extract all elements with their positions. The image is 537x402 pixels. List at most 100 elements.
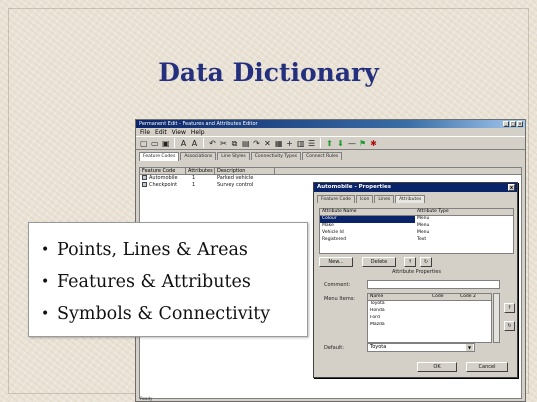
menu-file[interactable]: File [140, 129, 150, 136]
attribute-name: Vehicle Id [322, 230, 344, 235]
save-icon[interactable]: ▣ [161, 139, 170, 148]
app-titlebar: Permanent Edit - Features and Attributes… [136, 120, 525, 128]
new-attribute-button[interactable]: New... [319, 257, 353, 267]
move-up-button[interactable]: ↑ [504, 303, 515, 313]
refresh-button[interactable]: ↻ [420, 257, 432, 267]
menu-help[interactable]: Help [191, 129, 205, 136]
attributes-cell: 1 [192, 175, 196, 181]
menu-item-name: Ford [370, 315, 380, 320]
list-item[interactable]: Make Menu [320, 223, 513, 230]
add-icon[interactable]: + [285, 139, 294, 148]
close-icon[interactable]: × [517, 121, 523, 127]
menu-items-label: Menu Items: [324, 296, 355, 302]
column-header-feature-code[interactable]: Feature Code [140, 168, 186, 174]
redo-icon[interactable]: ↷ [252, 139, 261, 148]
cancel-button[interactable]: Cancel [466, 362, 508, 372]
link-icon[interactable]: ✱ [369, 139, 378, 148]
column-header-attribute-type[interactable]: Attribute Type [415, 209, 495, 215]
list-item[interactable]: Colour Menu [320, 216, 513, 223]
cut-icon[interactable]: ✂ [219, 139, 228, 148]
attribute-type: Menu [417, 223, 430, 228]
table-row[interactable]: Ford [368, 315, 491, 322]
status-bar: Ready [140, 396, 153, 401]
menu-item-name: Toyota [370, 301, 385, 306]
attribute-name: Colour [320, 216, 415, 223]
maximize-icon[interactable]: □ [510, 121, 516, 127]
window-controls: _ □ × [503, 121, 523, 127]
new-icon[interactable]: ▢ [139, 139, 148, 148]
column-header-code-2[interactable]: Code 2 [458, 294, 488, 300]
attribute-type: Menu [417, 230, 430, 235]
green-arrow-down-icon[interactable]: ⬇ [336, 139, 345, 148]
tab-connectivity-types[interactable]: Connectivity Types [250, 152, 302, 160]
attribute-list-header: Attribute Name Attribute Type [320, 209, 513, 216]
tab-connect-rules[interactable]: Connect Rules [302, 152, 343, 160]
tab-icon[interactable]: Icon [355, 195, 374, 203]
bullet-item: • Features & Attributes [41, 266, 307, 298]
column-header-code[interactable]: Code [430, 294, 458, 300]
tab-line-styles[interactable]: Line Styles [217, 152, 250, 160]
refresh-icon: ↻ [423, 259, 429, 265]
move-up-button[interactable]: ↑ [404, 257, 416, 267]
toolbar-separator [174, 138, 175, 148]
text-icon[interactable]: A [179, 139, 188, 148]
grid-icon[interactable]: ▥ [296, 139, 305, 148]
flag-icon[interactable]: ⚑ [358, 139, 367, 148]
tab-attributes[interactable]: Attributes [395, 195, 426, 203]
list-icon[interactable]: ☰ [307, 139, 316, 148]
table-row[interactable]: Toyota [368, 301, 491, 308]
properties-icon[interactable]: ▦ [274, 139, 283, 148]
tab-feature-code[interactable]: Feature Code [317, 195, 355, 203]
tab-feature-codes[interactable]: Feature Codes [139, 152, 180, 161]
feature-code-cell: Automobile [140, 175, 186, 182]
toolbar: ▢ ▭ ▣ A A ↶ ✂ ⧉ ▤ ↷ ✕ ▦ + ▥ ☰ ⬆ ⬇ — ⚑ ✱ [136, 136, 525, 150]
tab-lines[interactable]: Lines [374, 195, 395, 203]
refresh-button[interactable]: ↻ [504, 321, 515, 331]
attributes-cell: 1 [192, 182, 196, 188]
open-icon[interactable]: ▭ [150, 139, 159, 148]
chevron-down-icon: ▼ [466, 344, 473, 351]
delete-icon[interactable]: ✕ [263, 139, 272, 148]
slide-title: Data Dictionary [158, 58, 379, 87]
menu-items-scrollbar[interactable] [493, 293, 500, 343]
toolbar-separator [203, 138, 204, 148]
column-header-name[interactable]: Name [368, 294, 430, 300]
menu-item-name: Honda [370, 308, 385, 313]
arrow-up-icon: ↑ [507, 305, 512, 311]
menu-items-table: Name Code Code 2 Toyota Honda Ford Mazda [367, 293, 492, 343]
copy-icon[interactable]: ⧉ [230, 139, 239, 148]
minimize-icon[interactable]: _ [503, 121, 509, 127]
table-row[interactable]: Mazda [368, 322, 491, 329]
ok-button[interactable]: OK [417, 362, 457, 372]
menu-view[interactable]: View [172, 129, 186, 136]
arrow-up-icon: ↑ [407, 259, 413, 265]
refresh-icon: ↻ [507, 323, 512, 329]
text-alt-icon[interactable]: A [190, 139, 199, 148]
close-icon[interactable]: x [508, 184, 515, 191]
list-item[interactable]: Registered Text [320, 237, 513, 244]
green-arrow-up-icon[interactable]: ⬆ [325, 139, 334, 148]
comment-field[interactable] [367, 280, 500, 289]
paste-icon[interactable]: ▤ [241, 139, 250, 148]
attribute-list: Attribute Name Attribute Type Colour Men… [319, 208, 514, 254]
feature-icon [142, 182, 147, 187]
feature-code-cell: Checkpoint [140, 182, 186, 189]
attribute-name: Make [322, 223, 334, 228]
delete-attribute-button[interactable]: Delete [362, 257, 396, 267]
column-header-description[interactable]: Description [215, 168, 275, 174]
menu-edit[interactable]: Edit [155, 129, 167, 136]
column-header-attribute-name[interactable]: Attribute Name [320, 209, 415, 215]
default-select[interactable]: Toyota ▼ [367, 343, 475, 352]
tab-associations[interactable]: Associations [180, 152, 217, 160]
list-item[interactable]: Vehicle Id Menu [320, 230, 513, 237]
column-header-attributes[interactable]: Attributes [186, 168, 215, 174]
table-row[interactable]: Automobile 1 Parked vehicle [140, 175, 521, 182]
undo-icon[interactable]: ↶ [208, 139, 217, 148]
attribute-type: Menu [417, 216, 430, 221]
description-cell: Survey control [217, 182, 254, 188]
table-row[interactable]: Honda [368, 308, 491, 315]
minus-icon[interactable]: — [347, 139, 356, 148]
dialog-title: Automobile - Properties x [314, 183, 517, 192]
bullet-text: Points, Lines & Areas [57, 240, 248, 260]
properties-dialog: Automobile - Properties x Feature Code I… [313, 182, 518, 378]
